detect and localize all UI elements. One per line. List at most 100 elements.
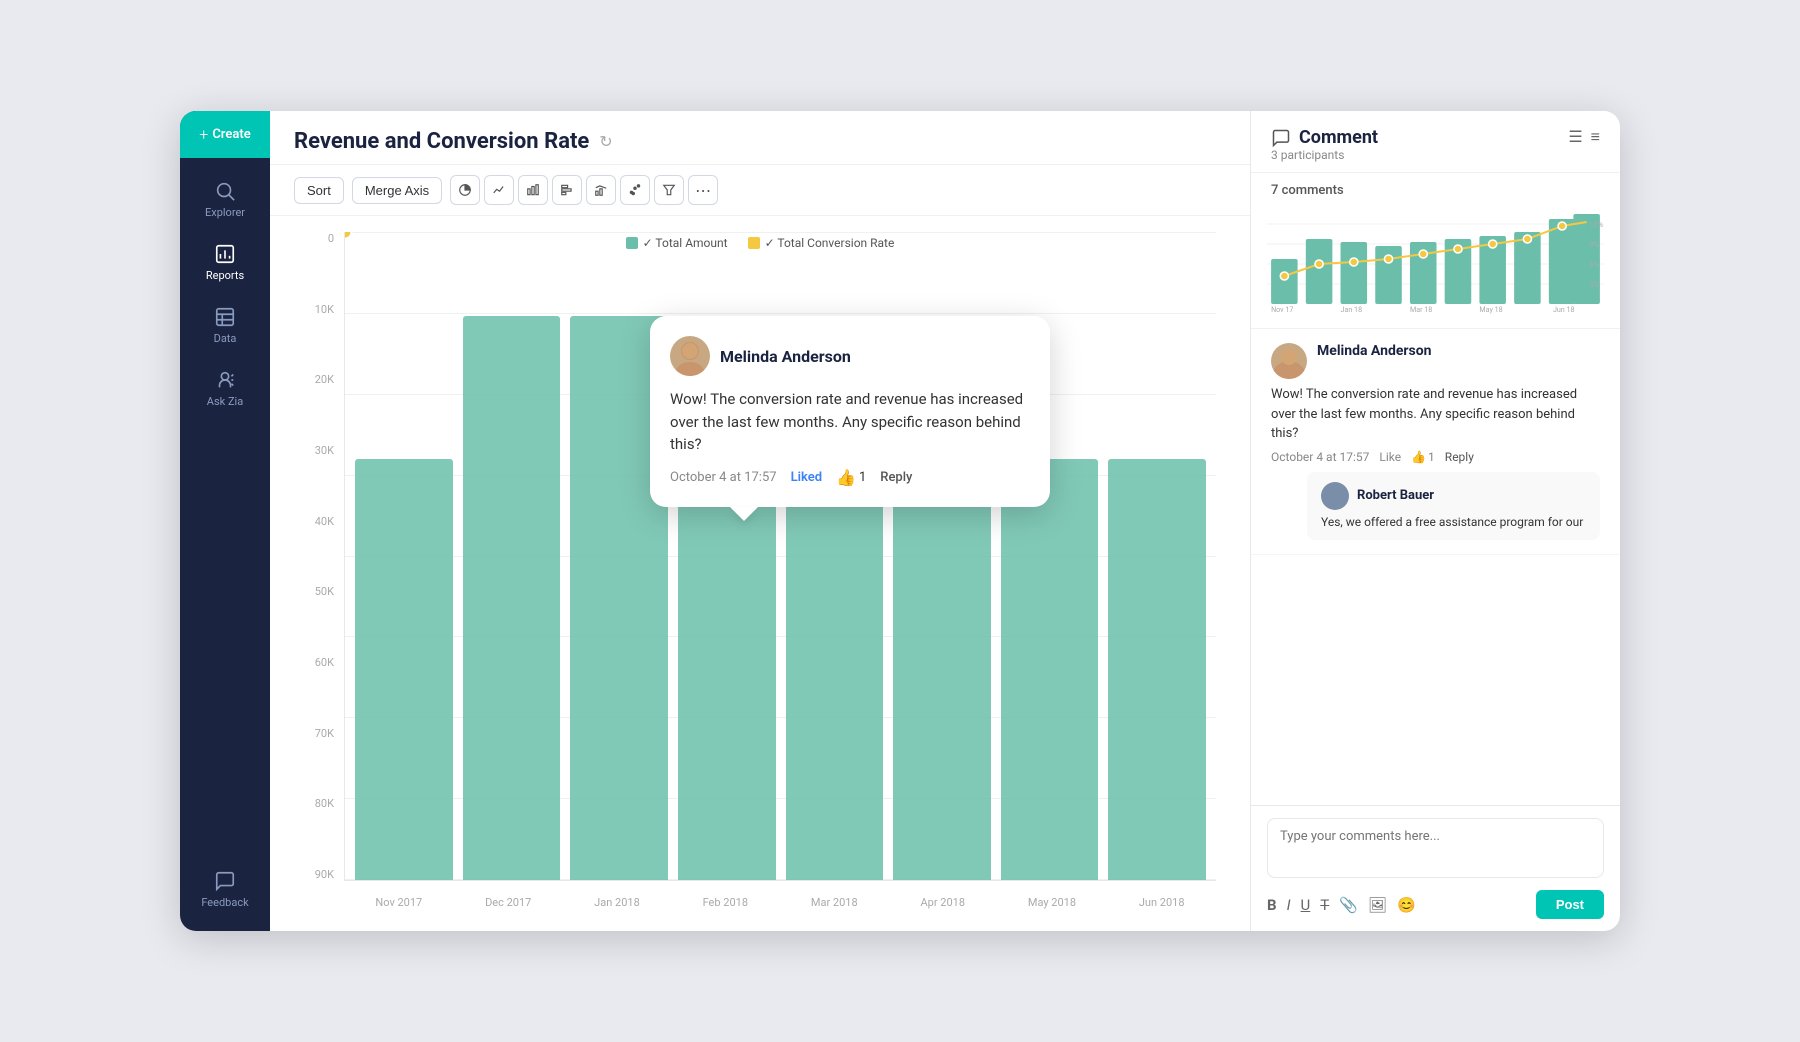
svg-text:Jun 18: Jun 18: [1553, 305, 1575, 314]
main-content: Revenue and Conversion Rate ↻ Sort Merge…: [270, 111, 1250, 931]
x-label-apr-2018: Apr 2018: [920, 896, 965, 909]
x-label-may-2018: May 2018: [1028, 896, 1076, 909]
panel-title-row: Comment: [1271, 127, 1378, 148]
y-label-0: 0: [328, 232, 334, 245]
y-label-60k: 60K: [315, 656, 334, 669]
comment-tooltip: Melinda Anderson Wow! The conversion rat…: [650, 316, 1050, 507]
right-panel: Comment 3 participants ☰ ≡ 7 comments: [1250, 111, 1620, 931]
chart-type-bar[interactable]: [518, 175, 548, 205]
comment-reply-btn-1[interactable]: Reply: [1445, 450, 1474, 464]
comment-avatar-1: [1271, 343, 1307, 379]
bold-icon[interactable]: B: [1267, 896, 1277, 914]
chart-type-group: ⋯: [450, 175, 718, 205]
sidebar-item-feedback[interactable]: Feedback: [180, 856, 270, 919]
bar-6: [1001, 459, 1099, 880]
comment-author-1: Melinda Anderson: [1317, 343, 1431, 359]
attachment-icon[interactable]: 📎: [1339, 896, 1358, 914]
sidebar-item-reports-label: Reports: [206, 269, 244, 282]
svg-text:9%: 9%: [1590, 240, 1599, 249]
chart-type-combo[interactable]: [586, 175, 616, 205]
sidebar-nav: Explorer Reports Data Ask Zia: [180, 158, 270, 856]
sidebar-item-data-label: Data: [214, 332, 237, 345]
comment-footer-1: October 4 at 17:57 Like 👍 1 Reply: [1271, 450, 1600, 464]
chart-type-horizontal-bar[interactable]: [552, 175, 582, 205]
chart-area: 90K 80K 70K 60K 50K 40K 30K 20K 10K 0: [270, 216, 1250, 931]
sort-button[interactable]: Sort: [294, 177, 344, 204]
tooltip-author-name: Melinda Anderson: [720, 347, 851, 366]
tooltip-arrow: [730, 507, 758, 521]
panel-header: Comment 3 participants ☰ ≡: [1251, 111, 1620, 173]
sidebar-item-data[interactable]: Data: [180, 292, 270, 355]
panel-title: Comment: [1299, 127, 1378, 148]
comment-time-1: October 4 at 17:57: [1271, 450, 1369, 464]
create-button[interactable]: + Create: [180, 111, 270, 158]
comment-header-1: Melinda Anderson: [1271, 343, 1600, 379]
comment-like-count-1: 👍 1: [1411, 450, 1435, 464]
svg-text:3%: 3%: [1590, 280, 1599, 289]
comment-input-area: B I U T 📎 🖼 😊 Post: [1251, 805, 1620, 931]
y-label-30k: 30K: [315, 444, 334, 457]
merge-axis-button[interactable]: Merge Axis: [352, 177, 442, 204]
sidebar-bottom: Feedback: [180, 856, 270, 931]
reply-text-1: Yes, we offered a free assistance progra…: [1321, 514, 1586, 531]
mini-chart: Nov 17 Jan 18 Mar 18 May 18 Jun 18 12% 9…: [1251, 204, 1620, 328]
panel-menu-icon[interactable]: ☰: [1568, 127, 1582, 147]
underline-icon[interactable]: U: [1301, 896, 1311, 914]
chart-type-funnel[interactable]: [654, 175, 684, 205]
bar-0: [355, 459, 453, 880]
plus-icon: +: [199, 125, 208, 144]
italic-icon[interactable]: I: [1287, 896, 1291, 914]
app-window: + Create Explorer Reports Data Ask Zia: [180, 111, 1620, 931]
chart-type-circle[interactable]: [450, 175, 480, 205]
strikethrough-icon[interactable]: T: [1320, 896, 1329, 914]
input-toolbar: B I U T 📎 🖼 😊 Post: [1267, 890, 1604, 919]
more-options-button[interactable]: ⋯: [688, 175, 718, 205]
sidebar-item-reports[interactable]: Reports: [180, 229, 270, 292]
post-button[interactable]: Post: [1536, 890, 1604, 919]
comment-like-btn-1[interactable]: Like: [1379, 450, 1401, 464]
chart-type-scatter[interactable]: [620, 175, 650, 205]
emoji-icon[interactable]: 😊: [1397, 896, 1416, 914]
bar-1: [463, 316, 561, 880]
svg-text:6%: 6%: [1590, 260, 1599, 269]
comment-text-1: Wow! The conversion rate and revenue has…: [1271, 385, 1600, 444]
panel-title-group: Comment 3 participants: [1271, 127, 1378, 162]
panel-scroll[interactable]: Melinda Anderson Wow! The conversion rat…: [1251, 328, 1620, 805]
y-axis: 90K 80K 70K 60K 50K 40K 30K 20K 10K 0: [294, 232, 342, 881]
tooltip-time: October 4 at 17:57: [670, 470, 777, 485]
refresh-icon[interactable]: ↻: [599, 132, 612, 151]
chart-type-line[interactable]: [484, 175, 514, 205]
tooltip-footer: October 4 at 17:57 Liked 👍 1 Reply: [670, 468, 1030, 487]
panel-filter-icon[interactable]: ≡: [1591, 127, 1600, 147]
image-icon[interactable]: 🖼: [1368, 896, 1387, 914]
create-label: Create: [212, 127, 250, 142]
comment-item-1: Melinda Anderson Wow! The conversion rat…: [1251, 329, 1620, 555]
reports-icon: [214, 243, 236, 265]
x-label-mar-2018: Mar 2018: [811, 896, 858, 909]
tooltip-message: Wow! The conversion rate and revenue has…: [670, 388, 1030, 456]
like-thumb-icon: 👍: [836, 468, 856, 487]
tooltip-reply-button[interactable]: Reply: [880, 470, 912, 485]
input-tools: B I U T 📎 🖼 😊: [1267, 896, 1416, 914]
comments-count-row: 7 comments: [1251, 173, 1620, 204]
tooltip-liked-button[interactable]: Liked: [791, 470, 822, 485]
sidebar-item-explorer[interactable]: Explorer: [180, 166, 270, 229]
sidebar: + Create Explorer Reports Data Ask Zia: [180, 111, 270, 931]
ask-zia-icon: [214, 369, 236, 391]
comment-panel-icon: [1271, 128, 1291, 148]
comment-input[interactable]: [1267, 818, 1604, 878]
y-label-50k: 50K: [315, 585, 334, 598]
comments-count: 7 comments: [1271, 183, 1344, 198]
panel-header-icons: ☰ ≡: [1568, 127, 1600, 147]
bar-group-7: [1108, 232, 1206, 880]
mini-chart-svg: Nov 17 Jan 18 Mar 18 May 18 Jun 18 12% 9…: [1267, 204, 1604, 314]
explorer-icon: [214, 180, 236, 202]
svg-text:Nov 17: Nov 17: [1271, 305, 1293, 314]
sidebar-item-ask-zia[interactable]: Ask Zia: [180, 355, 270, 418]
bar-group-1: [463, 232, 561, 880]
tooltip-like-count: 👍 1: [836, 468, 866, 487]
reply-author-1: Robert Bauer: [1357, 488, 1434, 503]
tooltip-avatar: [670, 336, 710, 376]
feedback-icon: [214, 870, 236, 892]
svg-text:Mar 18: Mar 18: [1410, 305, 1432, 314]
